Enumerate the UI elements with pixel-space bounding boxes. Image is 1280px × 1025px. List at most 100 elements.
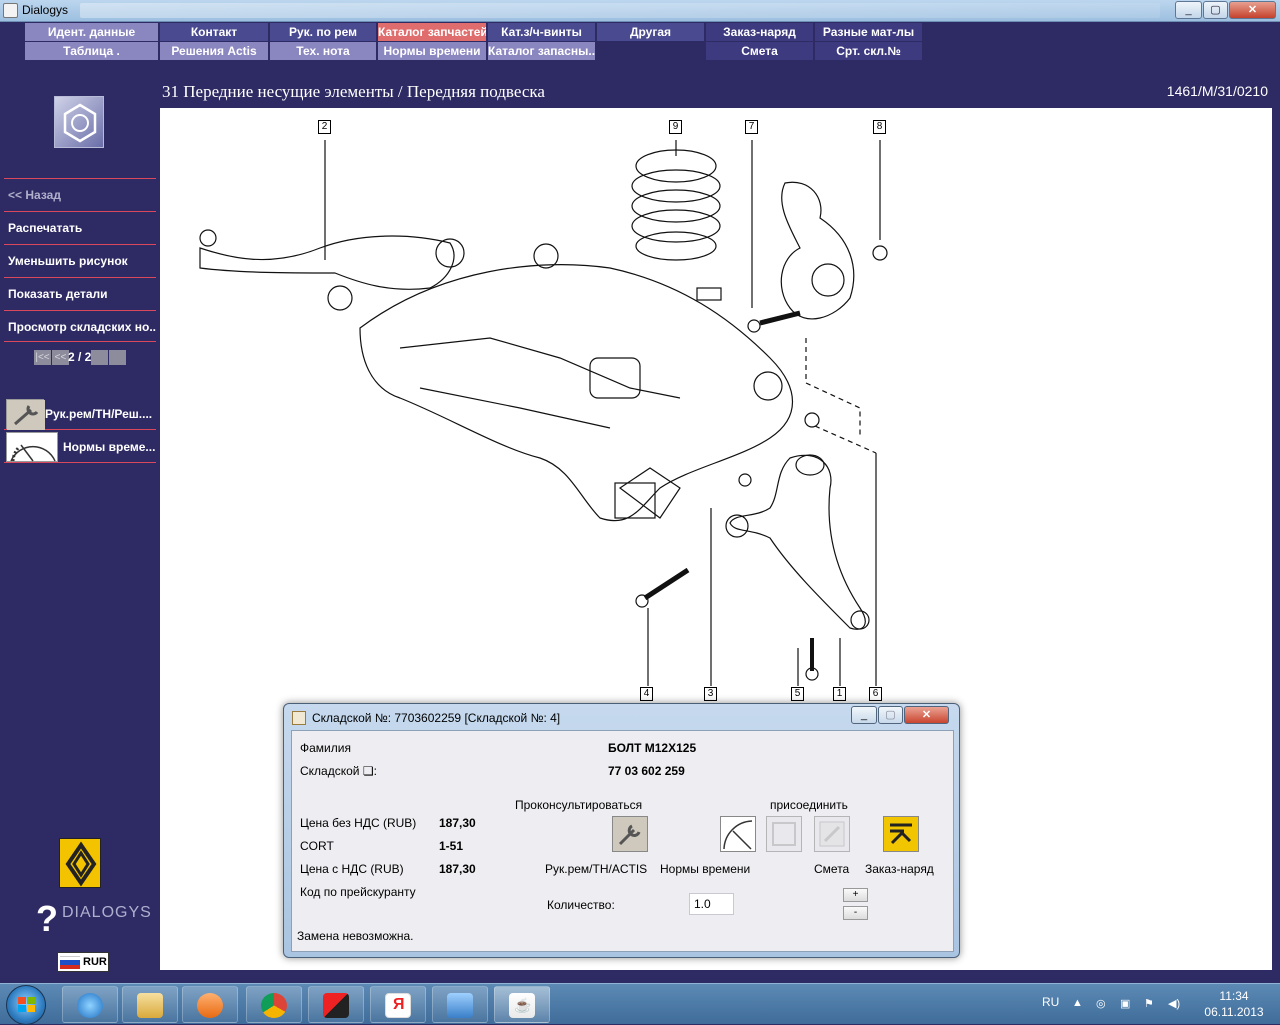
- callout-5[interactable]: 5: [791, 687, 804, 701]
- tool-labor-times-label: Нормы време...: [63, 440, 156, 454]
- manual-button-label[interactable]: Рук.рем/TH/ACTIS: [545, 862, 647, 876]
- callout-6[interactable]: 6: [869, 687, 882, 701]
- callout-7[interactable]: 7: [745, 120, 758, 134]
- network-tray-icon[interactable]: ▣: [1120, 997, 1132, 1010]
- renault-logo: [59, 838, 101, 888]
- window-title: Dialogys: [22, 3, 69, 17]
- callout-2[interactable]: 2: [318, 120, 331, 134]
- callout-3[interactable]: 3: [704, 687, 717, 701]
- window-titlebar: Dialogys _ ▢ ✕: [0, 0, 1280, 22]
- price-net-value: 187,30: [439, 816, 476, 830]
- attach-label: присоединить: [770, 798, 848, 812]
- close-button[interactable]: ✕: [1229, 1, 1276, 19]
- quantity-minus-button[interactable]: -: [843, 906, 868, 920]
- dialog-title: Складской №: 7703602259 [Складской №: 4]: [312, 711, 561, 725]
- pager-first-button[interactable]: |<<: [34, 350, 51, 365]
- menu-misc-materials[interactable]: Разные мат-лы: [815, 23, 923, 41]
- pager-prev-button[interactable]: <<: [52, 350, 69, 365]
- system-clock[interactable]: 11:34 06.11.2013: [1200, 988, 1268, 1020]
- callout-8[interactable]: 8: [873, 120, 886, 134]
- kaspersky-taskbar-button[interactable]: [308, 986, 364, 1023]
- currency-code: RUR: [83, 956, 107, 968]
- labor-times-button-label[interactable]: Нормы времени: [660, 862, 750, 876]
- titlebar-reflection: [80, 3, 1160, 18]
- menu-table[interactable]: Таблица .: [25, 42, 159, 60]
- cort-label: CORT: [300, 839, 334, 853]
- ie-taskbar-button[interactable]: [62, 986, 118, 1023]
- menu-tech-note[interactable]: Тех. нота: [270, 42, 377, 60]
- menu-estimate[interactable]: Смета: [706, 42, 814, 60]
- flag-tray-icon[interactable]: ⚑: [1144, 997, 1156, 1010]
- tray-expand-icon[interactable]: ▲: [1072, 997, 1084, 1009]
- manual-button-icon[interactable]: [612, 816, 648, 852]
- work-order-button-icon[interactable]: [883, 816, 919, 852]
- price-vat-label: Цена с НДС (RUB): [300, 862, 404, 876]
- zoom-out-link[interactable]: Уменьшить рисунок: [4, 244, 156, 276]
- audio-taskbar-button[interactable]: [432, 986, 488, 1023]
- menu-spare-catalog[interactable]: Каталог запасны...: [488, 42, 596, 60]
- view-stock-numbers-link[interactable]: Просмотр складских но...: [4, 310, 156, 342]
- audio-icon: [447, 993, 473, 1018]
- work-order-button-label[interactable]: Заказ-наряд: [865, 862, 934, 876]
- pager-text: 2 / 2: [68, 350, 92, 364]
- menu-work-order[interactable]: Заказ-наряд: [706, 23, 814, 41]
- cort-value: 1-51: [439, 839, 464, 853]
- menu-screws-catalog[interactable]: Кат.з/ч-винты: [488, 23, 596, 41]
- reference-code: 1461/M/31/0210: [1166, 83, 1268, 99]
- callout-9[interactable]: 9: [669, 120, 682, 134]
- price-vat-value: 187,30: [439, 862, 476, 876]
- menu-parts-catalog[interactable]: Каталог запчастей: [378, 23, 487, 41]
- quantity-input[interactable]: 1.0: [689, 893, 734, 915]
- windows-logo-icon: [18, 997, 36, 1013]
- russia-flag-icon: [60, 956, 80, 969]
- menu-contact[interactable]: Контакт: [160, 23, 269, 41]
- tool-repair-manual[interactable]: Рук.рем/TH/Реш....: [4, 398, 156, 430]
- minimize-button[interactable]: _: [1175, 1, 1202, 19]
- callout-4[interactable]: 4: [640, 687, 653, 701]
- callout-1[interactable]: 1: [833, 687, 846, 701]
- estimate-button-icon[interactable]: [814, 816, 850, 852]
- currency-indicator[interactable]: RUR: [57, 952, 109, 972]
- pager-last-button[interactable]: >>|: [109, 350, 126, 365]
- chrome-taskbar-button[interactable]: [246, 986, 302, 1023]
- maximize-button[interactable]: ▢: [1203, 1, 1228, 19]
- kaspersky-icon: [323, 993, 349, 1018]
- back-link[interactable]: << Назад: [4, 178, 156, 210]
- steam-tray-icon[interactable]: ◎: [1096, 997, 1108, 1010]
- volume-tray-icon[interactable]: ◀): [1168, 997, 1180, 1010]
- pager-next-button[interactable]: >>: [91, 350, 108, 365]
- yandex-taskbar-button[interactable]: Я: [370, 986, 426, 1023]
- price-net-label: Цена без НДС (RUB): [300, 816, 417, 830]
- menu-repair-manual[interactable]: Рук. по рем: [270, 23, 377, 41]
- labor-times-button-icon[interactable]: [720, 816, 756, 852]
- menu-labor-times[interactable]: Нормы времени: [378, 42, 487, 60]
- menu-stock-number[interactable]: Срт. скл.№: [815, 42, 923, 60]
- family-label: Фамилия: [300, 741, 351, 755]
- dialog-close-button[interactable]: ✕: [904, 706, 949, 724]
- menu-actis-solutions[interactable]: Решения Actis: [160, 42, 269, 60]
- explorer-taskbar-button[interactable]: [122, 986, 178, 1023]
- dialog-minimize-button[interactable]: _: [851, 706, 877, 724]
- menu-other[interactable]: Другая: [597, 23, 705, 41]
- part-info-dialog: Складской №: 7703602259 [Складской №: 4]…: [283, 703, 960, 958]
- clock-date: 06.11.2013: [1204, 1005, 1264, 1019]
- dialogys-brand: DIALOGYS: [62, 904, 152, 921]
- clock-time: 11:34: [1219, 989, 1249, 1003]
- chrome-icon: [261, 993, 287, 1018]
- language-indicator[interactable]: RU: [1042, 995, 1059, 1009]
- dialog-maximize-button[interactable]: ▢: [878, 706, 903, 724]
- tool-labor-times[interactable]: Нормы време...: [4, 431, 156, 463]
- quantity-plus-button[interactable]: +: [843, 888, 868, 902]
- tool-repair-manual-label: Рук.рем/TH/Реш....: [45, 407, 153, 421]
- print-link[interactable]: Распечатать: [4, 211, 156, 243]
- estimate-button-label[interactable]: Смета: [814, 862, 849, 876]
- yandex-icon: Я: [385, 993, 411, 1018]
- part-number-label: Складской ❏:: [300, 764, 377, 778]
- media-taskbar-button[interactable]: [182, 986, 238, 1023]
- media-icon: [197, 993, 223, 1018]
- menu-ident-data[interactable]: Идент. данные: [25, 23, 159, 41]
- start-button[interactable]: [6, 985, 46, 1025]
- dialog-body: Фамилия БОЛТ М12Х125 Складской ❏: 77 03 …: [291, 730, 954, 952]
- java-taskbar-button[interactable]: ☕: [494, 986, 550, 1023]
- show-details-link[interactable]: Показать детали: [4, 277, 156, 309]
